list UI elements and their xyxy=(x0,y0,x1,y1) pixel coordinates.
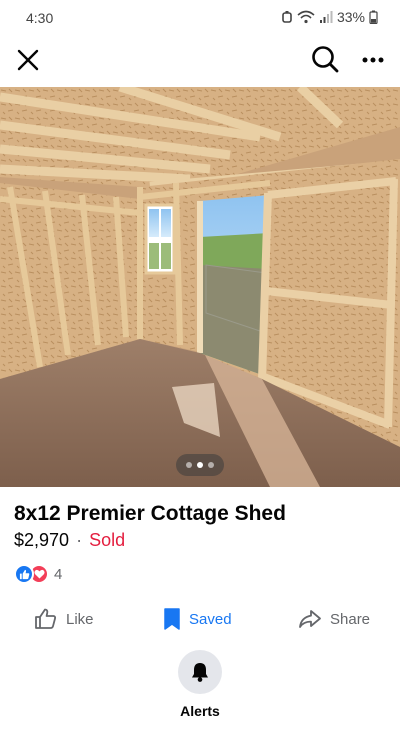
shed-interior-image xyxy=(0,87,400,487)
alerts-label: Alerts xyxy=(180,703,220,719)
photo-dot[interactable] xyxy=(208,462,214,468)
saved-button[interactable]: Saved xyxy=(163,604,232,634)
share-icon xyxy=(299,610,321,628)
status-bar: 4:30 33% xyxy=(0,0,400,36)
share-button[interactable]: Share xyxy=(298,604,370,634)
search-button[interactable] xyxy=(310,44,340,74)
action-bar: Like Saved Share xyxy=(0,604,400,634)
price-row: $2,970 · Sold xyxy=(14,530,125,551)
photo-dot-active[interactable] xyxy=(197,462,203,468)
price-separator: · xyxy=(76,530,83,550)
silent-icon xyxy=(282,11,292,23)
listing-price: $2,970 xyxy=(14,530,70,550)
alerts-button[interactable] xyxy=(178,650,222,694)
close-button[interactable] xyxy=(14,46,42,74)
reactions-summary[interactable]: 4 xyxy=(14,563,62,585)
signal-icon xyxy=(319,11,333,23)
thumbs-up-icon xyxy=(35,608,57,629)
top-nav xyxy=(0,40,400,80)
status-time: 4:30 xyxy=(26,10,54,26)
bookmark-icon xyxy=(164,608,180,630)
like-reaction-icon xyxy=(14,564,34,584)
close-icon xyxy=(17,49,39,71)
listing-title: 8x12 Premier Cottage Shed xyxy=(14,502,286,525)
saved-label: Saved xyxy=(189,610,232,628)
bell-icon xyxy=(192,663,208,682)
share-label: Share xyxy=(330,610,371,628)
more-options-button[interactable] xyxy=(358,46,388,74)
reaction-count: 4 xyxy=(54,565,63,583)
like-button[interactable]: Like xyxy=(34,604,94,634)
status-icons: 33% xyxy=(281,9,378,25)
like-label: Like xyxy=(66,610,94,628)
battery-icon xyxy=(369,10,378,24)
listing-status: Sold xyxy=(89,530,126,550)
battery-percent: 33% xyxy=(336,9,365,25)
more-icon xyxy=(362,57,384,63)
photo-pagination[interactable] xyxy=(176,454,224,476)
photo-dot[interactable] xyxy=(186,462,192,468)
search-icon xyxy=(312,46,339,73)
wifi-icon xyxy=(297,10,315,24)
listing-photo[interactable] xyxy=(0,87,400,487)
